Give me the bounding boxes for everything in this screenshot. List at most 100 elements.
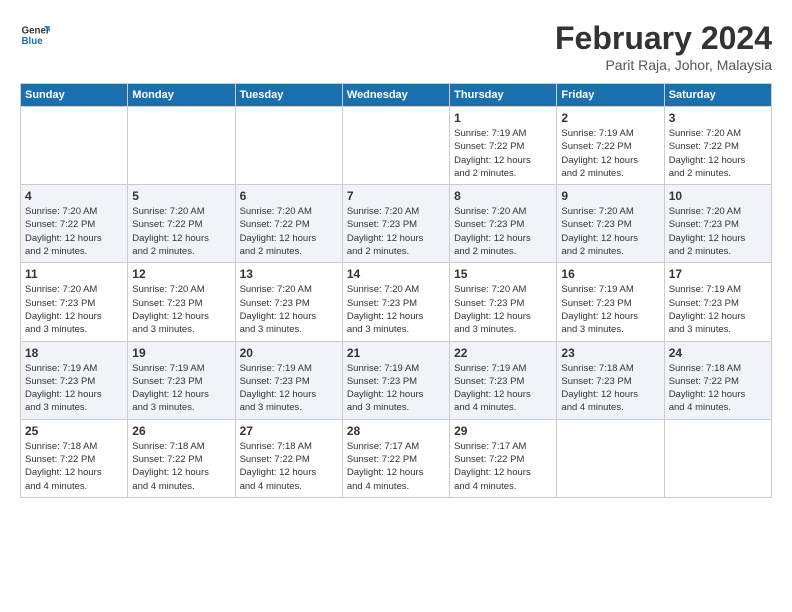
calendar-cell: 21Sunrise: 7:19 AM Sunset: 7:23 PM Dayli… xyxy=(342,341,449,419)
day-info: Sunrise: 7:18 AM Sunset: 7:22 PM Dayligh… xyxy=(240,440,338,493)
day-of-week-header: Monday xyxy=(128,84,235,107)
day-number: 14 xyxy=(347,267,445,281)
calendar-cell: 3Sunrise: 7:20 AM Sunset: 7:22 PM Daylig… xyxy=(664,107,771,185)
calendar-cell xyxy=(128,107,235,185)
calendar-cell: 18 Sunrise: 7:19 AM Sunset: 7:23 PM Dayli… xyxy=(21,341,128,419)
calendar-cell xyxy=(235,107,342,185)
day-info: Sunrise: 7:19 AM Sunset: 7:23 PM Dayligh… xyxy=(561,283,659,336)
day-number: 18 xyxy=(25,346,123,360)
day-of-week-header: Saturday xyxy=(664,84,771,107)
calendar-cell: 29 Sunrise: 7:17 AM Sunset: 7:22 PM Dayli… xyxy=(450,419,557,497)
calendar-week-row: 4 Sunrise: 7:20 AM Sunset: 7:22 PM Daylig… xyxy=(21,185,772,263)
day-number: 7 xyxy=(347,189,445,203)
month-title: February 2024 xyxy=(555,20,772,57)
calendar-cell: 19Sunrise: 7:19 AM Sunset: 7:23 PM Dayli… xyxy=(128,341,235,419)
calendar-cell: 2 Sunrise: 7:19 AM Sunset: 7:22 PM Daylig… xyxy=(557,107,664,185)
logo: General Blue xyxy=(20,20,50,50)
day-info: Sunrise: 7:19 AM Sunset: 7:22 PM Dayligh… xyxy=(454,127,552,180)
day-number: 13 xyxy=(240,267,338,281)
calendar-cell: 20 Sunrise: 7:19 AM Sunset: 7:23 PM Dayli… xyxy=(235,341,342,419)
calendar-cell: 5 Sunrise: 7:20 AM Sunset: 7:22 PM Daylig… xyxy=(128,185,235,263)
day-of-week-header: Thursday xyxy=(450,84,557,107)
day-number: 20 xyxy=(240,346,338,360)
calendar-cell: 17 Sunrise: 7:19 AM Sunset: 7:23 PM Dayli… xyxy=(664,263,771,341)
calendar-week-row: 11 Sunrise: 7:20 AM Sunset: 7:23 PM Dayli… xyxy=(21,263,772,341)
calendar-week-row: 25 Sunrise: 7:18 AM Sunset: 7:22 PM Dayli… xyxy=(21,419,772,497)
day-number: 23 xyxy=(561,346,659,360)
day-info: Sunrise: 7:19 AM Sunset: 7:23 PM Dayligh… xyxy=(347,362,445,415)
day-info: Sunrise: 7:20 AM Sunset: 7:22 PM Dayligh… xyxy=(25,205,123,258)
day-number: 24 xyxy=(669,346,767,360)
calendar-cell: 27 Sunrise: 7:18 AM Sunset: 7:22 PM Dayli… xyxy=(235,419,342,497)
day-number: 25 xyxy=(25,424,123,438)
day-info: Sunrise: 7:19 AM Sunset: 7:22 PM Dayligh… xyxy=(561,127,659,180)
title-block: February 2024 Parit Raja, Johor, Malaysi… xyxy=(555,20,772,73)
day-number: 26 xyxy=(132,424,230,438)
day-info: Sunrise: 7:19 AM Sunset: 7:23 PM Dayligh… xyxy=(25,362,123,415)
day-info: Sunrise: 7:20 AM Sunset: 7:22 PM Dayligh… xyxy=(669,127,767,180)
day-number: 8 xyxy=(454,189,552,203)
day-info: Sunrise: 7:20 AM Sunset: 7:22 PM Dayligh… xyxy=(240,205,338,258)
day-info: Sunrise: 7:20 AM Sunset: 7:23 PM Dayligh… xyxy=(669,205,767,258)
day-number: 12 xyxy=(132,267,230,281)
day-of-week-header: Wednesday xyxy=(342,84,449,107)
calendar-cell xyxy=(342,107,449,185)
logo-icon: General Blue xyxy=(20,20,50,50)
day-number: 15 xyxy=(454,267,552,281)
calendar-cell: 15 Sunrise: 7:20 AM Sunset: 7:23 PM Dayli… xyxy=(450,263,557,341)
day-info: Sunrise: 7:19 AM Sunset: 7:23 PM Dayligh… xyxy=(240,362,338,415)
day-of-week-header: Friday xyxy=(557,84,664,107)
calendar-week-row: 18 Sunrise: 7:19 AM Sunset: 7:23 PM Dayli… xyxy=(21,341,772,419)
page-header: General Blue February 2024 Parit Raja, J… xyxy=(20,20,772,73)
day-number: 27 xyxy=(240,424,338,438)
day-info: Sunrise: 7:20 AM Sunset: 7:22 PM Dayligh… xyxy=(132,205,230,258)
day-info: Sunrise: 7:18 AM Sunset: 7:22 PM Dayligh… xyxy=(25,440,123,493)
calendar-cell: 4 Sunrise: 7:20 AM Sunset: 7:22 PM Daylig… xyxy=(21,185,128,263)
day-info: Sunrise: 7:20 AM Sunset: 7:23 PM Dayligh… xyxy=(454,205,552,258)
calendar-cell: 28 Sunrise: 7:17 AM Sunset: 7:22 PM Dayli… xyxy=(342,419,449,497)
day-info: Sunrise: 7:18 AM Sunset: 7:22 PM Dayligh… xyxy=(132,440,230,493)
day-info: Sunrise: 7:20 AM Sunset: 7:23 PM Dayligh… xyxy=(561,205,659,258)
day-info: Sunrise: 7:18 AM Sunset: 7:22 PM Dayligh… xyxy=(669,362,767,415)
calendar-week-row: 1 Sunrise: 7:19 AM Sunset: 7:22 PM Daylig… xyxy=(21,107,772,185)
day-info: Sunrise: 7:19 AM Sunset: 7:23 PM Dayligh… xyxy=(132,362,230,415)
day-info: Sunrise: 7:19 AM Sunset: 7:23 PM Dayligh… xyxy=(454,362,552,415)
day-number: 11 xyxy=(25,267,123,281)
day-number: 6 xyxy=(240,189,338,203)
day-info: Sunrise: 7:20 AM Sunset: 7:23 PM Dayligh… xyxy=(132,283,230,336)
calendar-cell: 25 Sunrise: 7:18 AM Sunset: 7:22 PM Dayli… xyxy=(21,419,128,497)
day-number: 17 xyxy=(669,267,767,281)
svg-text:Blue: Blue xyxy=(22,36,44,47)
calendar-cell: 22Sunrise: 7:19 AM Sunset: 7:23 PM Dayli… xyxy=(450,341,557,419)
day-info: Sunrise: 7:20 AM Sunset: 7:23 PM Dayligh… xyxy=(25,283,123,336)
calendar-cell xyxy=(664,419,771,497)
day-number: 28 xyxy=(347,424,445,438)
calendar-cell: 12 Sunrise: 7:20 AM Sunset: 7:23 PM Dayli… xyxy=(128,263,235,341)
calendar-cell: 1 Sunrise: 7:19 AM Sunset: 7:22 PM Daylig… xyxy=(450,107,557,185)
day-number: 29 xyxy=(454,424,552,438)
day-info: Sunrise: 7:20 AM Sunset: 7:23 PM Dayligh… xyxy=(240,283,338,336)
day-info: Sunrise: 7:20 AM Sunset: 7:23 PM Dayligh… xyxy=(454,283,552,336)
day-info: Sunrise: 7:17 AM Sunset: 7:22 PM Dayligh… xyxy=(347,440,445,493)
calendar-cell: 10Sunrise: 7:20 AM Sunset: 7:23 PM Dayli… xyxy=(664,185,771,263)
calendar-cell: 26 Sunrise: 7:18 AM Sunset: 7:22 PM Dayli… xyxy=(128,419,235,497)
calendar-cell: 16 Sunrise: 7:19 AM Sunset: 7:23 PM Dayli… xyxy=(557,263,664,341)
calendar-cell: 9 Sunrise: 7:20 AM Sunset: 7:23 PM Daylig… xyxy=(557,185,664,263)
calendar-cell: 13 Sunrise: 7:20 AM Sunset: 7:23 PM Dayli… xyxy=(235,263,342,341)
calendar-cell xyxy=(21,107,128,185)
day-number: 16 xyxy=(561,267,659,281)
calendar-cell: 8 Sunrise: 7:20 AM Sunset: 7:23 PM Daylig… xyxy=(450,185,557,263)
calendar-table: SundayMondayTuesdayWednesdayThursdayFrid… xyxy=(20,83,772,498)
day-number: 9 xyxy=(561,189,659,203)
day-number: 1 xyxy=(454,111,552,125)
day-number: 4 xyxy=(25,189,123,203)
day-info: Sunrise: 7:20 AM Sunset: 7:23 PM Dayligh… xyxy=(347,205,445,258)
calendar-cell: 7 Sunrise: 7:20 AM Sunset: 7:23 PM Daylig… xyxy=(342,185,449,263)
day-number: 2 xyxy=(561,111,659,125)
location: Parit Raja, Johor, Malaysia xyxy=(555,57,772,73)
day-info: Sunrise: 7:19 AM Sunset: 7:23 PM Dayligh… xyxy=(669,283,767,336)
day-info: Sunrise: 7:20 AM Sunset: 7:23 PM Dayligh… xyxy=(347,283,445,336)
calendar-cell: 11 Sunrise: 7:20 AM Sunset: 7:23 PM Dayli… xyxy=(21,263,128,341)
day-info: Sunrise: 7:17 AM Sunset: 7:22 PM Dayligh… xyxy=(454,440,552,493)
day-number: 5 xyxy=(132,189,230,203)
